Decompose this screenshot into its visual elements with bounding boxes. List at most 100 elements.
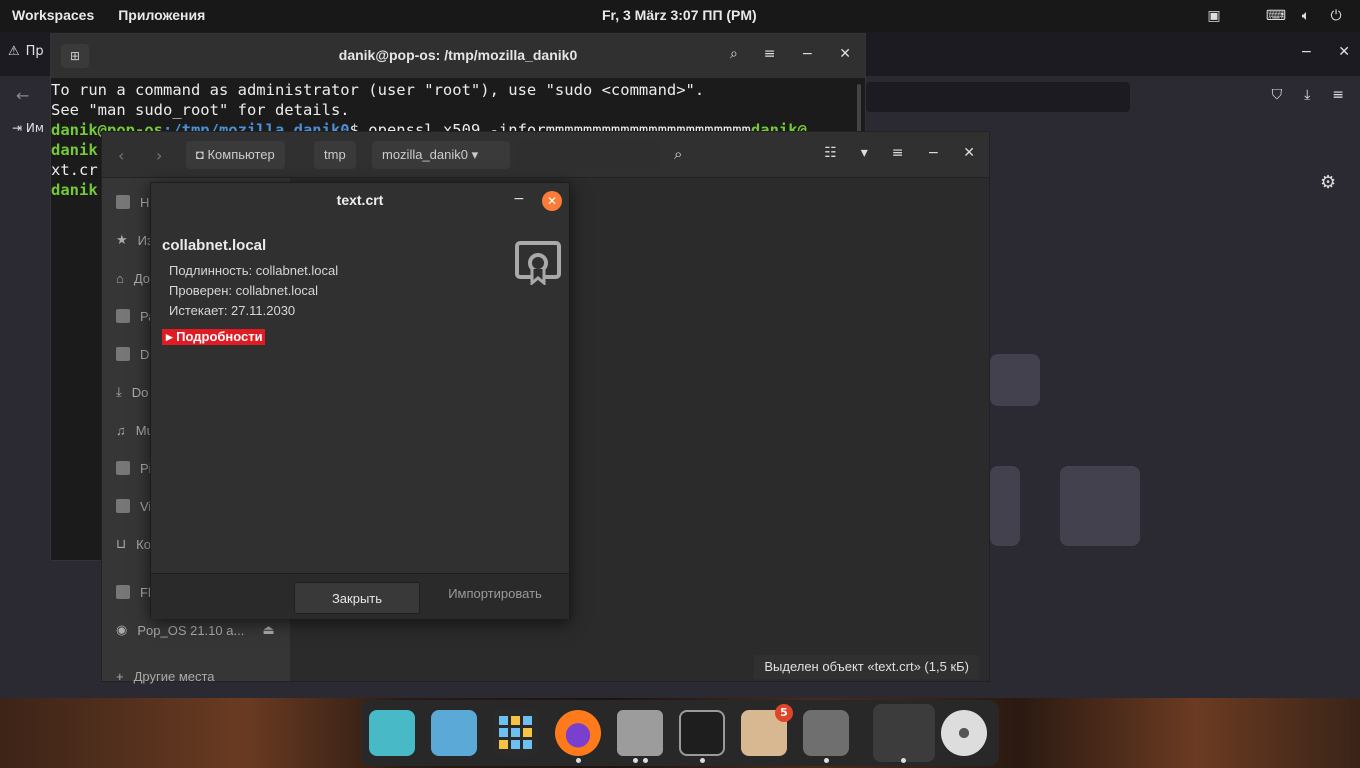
certificate-verified-by: Проверен: collabnet.local	[169, 283, 319, 298]
workspaces-button[interactable]: Workspaces	[12, 7, 94, 23]
terminal-icon[interactable]	[679, 710, 725, 756]
download-icon: ⤓	[116, 384, 122, 399]
firefox-tab-label: Пр	[25, 44, 44, 59]
plus-icon: +	[116, 668, 124, 684]
import-button[interactable]: Импортировать	[432, 578, 558, 610]
sidebar-item-trash[interactable]: ⊔ Ко	[116, 534, 151, 554]
firefox-icon[interactable]	[555, 710, 601, 756]
sidebar-item-pictures[interactable]: Pi	[116, 458, 152, 478]
running-indicator	[643, 758, 648, 763]
warning-icon: ⚠	[8, 44, 20, 59]
minimize-icon[interactable]: −	[513, 191, 525, 207]
status-bar: Выделен объект «text.crt» (1,5 кБ)	[754, 655, 979, 679]
path-bar-empty[interactable]	[518, 141, 662, 169]
terminal-line: To run a command as administrator (user …	[51, 81, 705, 99]
display-icon[interactable]: ▣	[1206, 7, 1222, 23]
shortcut-tile[interactable]	[990, 354, 1040, 406]
back-icon[interactable]: ‹	[118, 146, 124, 165]
keyboard-icon[interactable]: ⌨	[1266, 7, 1286, 23]
back-arrow-icon[interactable]: ←	[16, 86, 29, 105]
volume-icon[interactable]: 🔈︎	[1298, 7, 1314, 23]
import-bookmarks-link[interactable]: ⇥ Им	[12, 121, 44, 135]
download-icon[interactable]: ⤓	[1304, 87, 1310, 103]
certificate-icon	[515, 241, 561, 285]
top-panel: Workspaces Приложения Fr, 3 März 3:07 ПП…	[0, 0, 1360, 32]
search-app-icon[interactable]	[369, 710, 415, 756]
clock-icon	[116, 195, 130, 209]
details-expander[interactable]: ▸ Подробности	[162, 329, 265, 345]
power-icon[interactable]: ⏻	[1328, 7, 1344, 23]
certificate-dialog: text.crt − ✕ collabnet.local Подлинность…	[150, 182, 570, 619]
chevron-down-icon[interactable]: ▾	[472, 147, 479, 162]
music-icon: ♫	[116, 422, 126, 438]
running-indicator	[633, 758, 638, 763]
url-bar[interactable]	[866, 82, 1130, 112]
breadcrumb-computer[interactable]: ◘ Компьютер	[186, 141, 285, 169]
shortcut-tile[interactable]	[1060, 466, 1140, 546]
files-header: ‹ › ◘ Компьютер tmp mozilla_danik0 ▾ ⌕ ☷…	[102, 132, 989, 178]
certificate-issued-to: Подлинность: collabnet.local	[169, 263, 339, 278]
minimize-icon[interactable]: −	[928, 145, 940, 161]
eject-icon[interactable]: ⏏	[262, 622, 274, 638]
menu-icon[interactable]: ≡	[1332, 87, 1344, 103]
video-icon	[116, 499, 130, 513]
sidebar-item-floppy[interactable]: Fl	[116, 582, 151, 602]
folder-icon	[116, 309, 130, 323]
search-icon[interactable]: ⌕	[730, 46, 738, 62]
close-button[interactable]: Закрыть	[294, 582, 420, 614]
dialog-title: text.crt	[336, 192, 384, 208]
disc-icon[interactable]	[941, 710, 987, 756]
pocket-icon[interactable]: ⛉	[1272, 87, 1283, 103]
star-icon: ★	[116, 232, 128, 247]
close-icon[interactable]: ✕	[542, 191, 562, 211]
running-indicator	[700, 758, 705, 763]
terminal-line: See "man sudo_root" for details.	[51, 101, 350, 119]
drive-icon	[116, 585, 130, 599]
certificate-expires: Истекает: 27.11.2030	[169, 303, 296, 318]
forward-icon[interactable]: ›	[156, 146, 162, 165]
trash-icon: ⊔	[116, 536, 127, 551]
dialog-footer: Закрыть Импортировать	[151, 573, 569, 619]
files-icon[interactable]	[617, 710, 663, 756]
terminal-header: ⊞ danik@pop-os: /tmp/mozilla_danik0 ⌕ ≡ …	[51, 34, 865, 78]
close-icon[interactable]: ✕	[963, 145, 975, 161]
updates-badge: 5	[775, 704, 793, 722]
running-indicator	[901, 758, 906, 763]
minimize-icon[interactable]: −	[802, 46, 814, 62]
workspaces-app-icon[interactable]	[431, 710, 477, 756]
dock: 5	[361, 700, 999, 766]
settings-icon[interactable]	[803, 710, 849, 756]
close-icon[interactable]: ✕	[1338, 44, 1350, 60]
breadcrumb-tmp[interactable]: tmp	[314, 141, 356, 169]
sidebar-item-music[interactable]: ♫ Mu	[116, 420, 154, 440]
picture-icon	[116, 461, 130, 475]
document-icon	[116, 347, 130, 361]
running-indicator	[576, 758, 581, 763]
chevron-down-icon[interactable]: ▾	[861, 145, 868, 161]
sidebar-item-pop-os-volume[interactable]: ◉ Pop_OS 21.10 a... ⏏	[116, 620, 276, 640]
applications-button[interactable]: Приложения	[118, 7, 205, 23]
shortcut-tile[interactable]	[990, 466, 1020, 546]
running-indicator	[824, 758, 829, 763]
disc-icon: ◉	[116, 622, 128, 637]
sidebar-item-starred[interactable]: ★ Из	[116, 230, 153, 250]
sidebar-item-videos[interactable]: Vi	[116, 496, 151, 516]
sidebar-item-home[interactable]: ⌂ До	[116, 268, 150, 288]
home-icon: ⌂	[116, 270, 124, 286]
search-icon[interactable]: ⌕	[674, 145, 682, 163]
menu-icon[interactable]: ≡	[892, 145, 904, 161]
minimize-icon[interactable]: −	[1301, 44, 1313, 60]
certificate-name: collabnet.local	[162, 237, 267, 254]
dialog-header: text.crt − ✕	[151, 183, 569, 219]
close-icon[interactable]: ✕	[839, 46, 851, 62]
app-grid-icon[interactable]	[493, 710, 539, 756]
sidebar-item-other-locations[interactable]: + Другие места	[116, 666, 215, 686]
view-list-icon[interactable]: ☷	[824, 145, 837, 161]
firefox-tab[interactable]: ⚠ Пр	[8, 44, 44, 59]
menu-icon[interactable]: ≡	[764, 46, 776, 62]
clock[interactable]: Fr, 3 März 3:07 ПП (PM)	[602, 7, 757, 23]
certificate-viewer-icon[interactable]	[873, 704, 935, 762]
sidebar-item-downloads[interactable]: ⤓ Do	[116, 382, 148, 402]
breadcrumb-folder[interactable]: mozilla_danik0 ▾	[372, 141, 510, 169]
gear-icon[interactable]: ⚙	[1320, 172, 1336, 193]
